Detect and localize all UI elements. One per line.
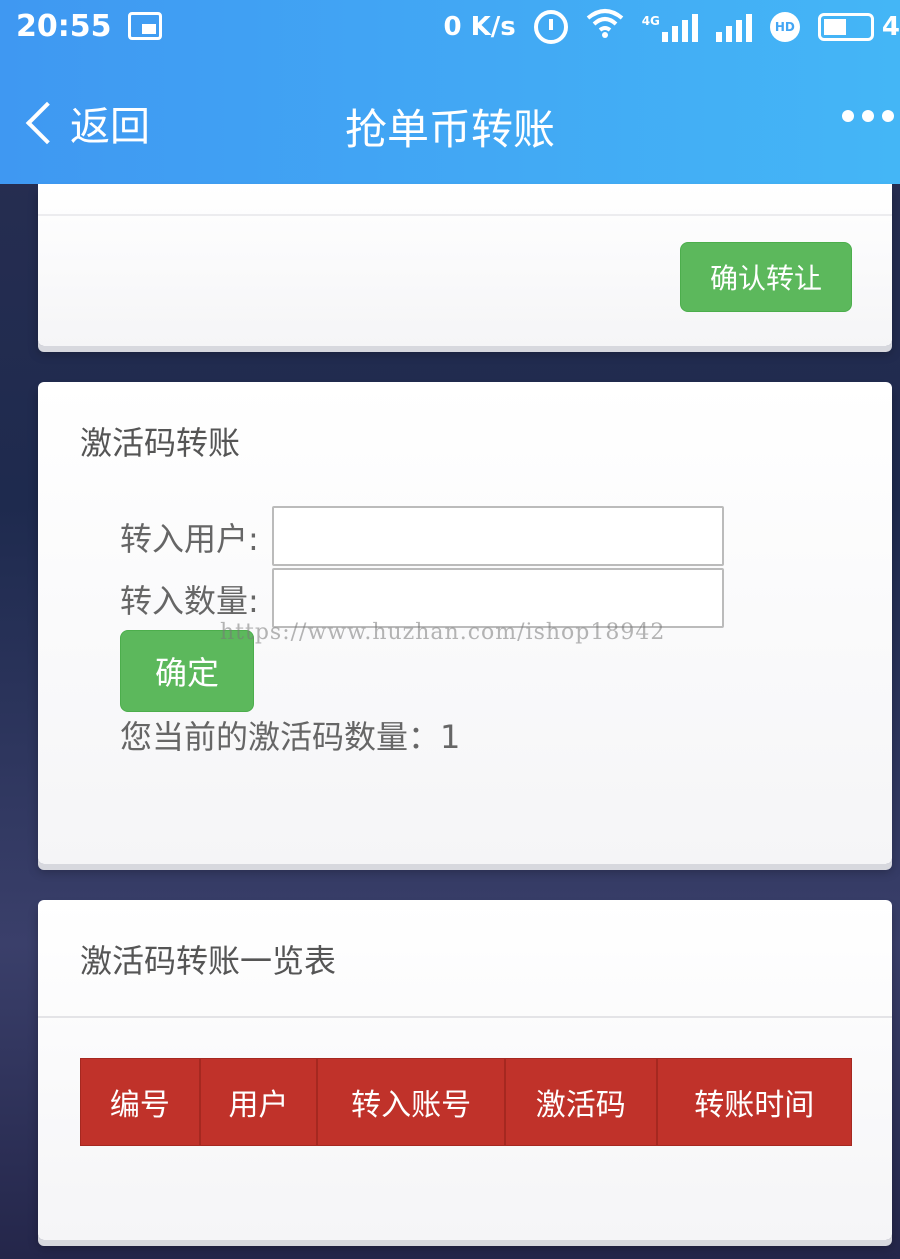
dot-icon: [862, 110, 874, 122]
notification-icon: [127, 12, 162, 40]
transfer-table-header: 编号 用户 转入账号 激活码 转账时间: [80, 1058, 852, 1146]
nav-bar: 返回 抢单币转账: [0, 80, 900, 160]
column-header-activation-code: 激活码: [506, 1059, 658, 1145]
page-title: 抢单币转账: [344, 105, 555, 154]
status-icons: 0 K/s 4G HD 4: [443, 8, 900, 45]
battery-level: 4: [881, 11, 900, 42]
status-time: 20:55: [16, 8, 112, 44]
transfer-quantity-input[interactable]: [272, 568, 724, 628]
divider: [38, 214, 892, 216]
quantity-label: 转入数量:: [120, 582, 259, 620]
user-label: 转入用户:: [120, 520, 259, 558]
activation-code-count: 您当前的激活码数量：1: [120, 718, 461, 756]
status-bar: 20:55 0 K/s 4G HD 4: [0, 0, 900, 52]
app-header: 20:55 0 K/s 4G HD 4 返回 抢单币转账: [0, 0, 900, 184]
column-header-user: 用户: [201, 1059, 319, 1145]
divider: [38, 1016, 892, 1018]
transfer-list-card: 激活码转账一览表 编号 用户 转入账号 激活码 转账时间: [38, 900, 892, 1240]
network-type: 4G: [641, 13, 660, 28]
more-button[interactable]: [842, 110, 894, 122]
dot-icon: [882, 110, 894, 122]
watermark-text: https://www.huzhan.com/ishop18942: [220, 620, 666, 645]
battery-icon: [817, 12, 874, 41]
target-user-input[interactable]: [272, 506, 724, 566]
dot-icon: [842, 110, 854, 122]
coin-transfer-card: 确认转让: [38, 184, 892, 346]
column-header-transfer-time: 转账时间: [694, 1088, 815, 1123]
confirm-transfer-button[interactable]: 确认转让: [680, 242, 852, 312]
hd-icon: HD: [769, 11, 800, 42]
section-title: 激活码转账一览表: [80, 942, 337, 980]
network-speed: 0 K/s: [443, 11, 516, 42]
signal-icon: [715, 12, 752, 42]
wifi-icon: [586, 8, 624, 45]
signal-4g-icon: 4G: [642, 12, 698, 42]
column-header-id: 编号: [81, 1059, 201, 1145]
column-header-target-account: 转入账号: [318, 1059, 506, 1145]
alarm-icon: [533, 9, 568, 44]
section-title: 激活码转账: [80, 424, 241, 462]
